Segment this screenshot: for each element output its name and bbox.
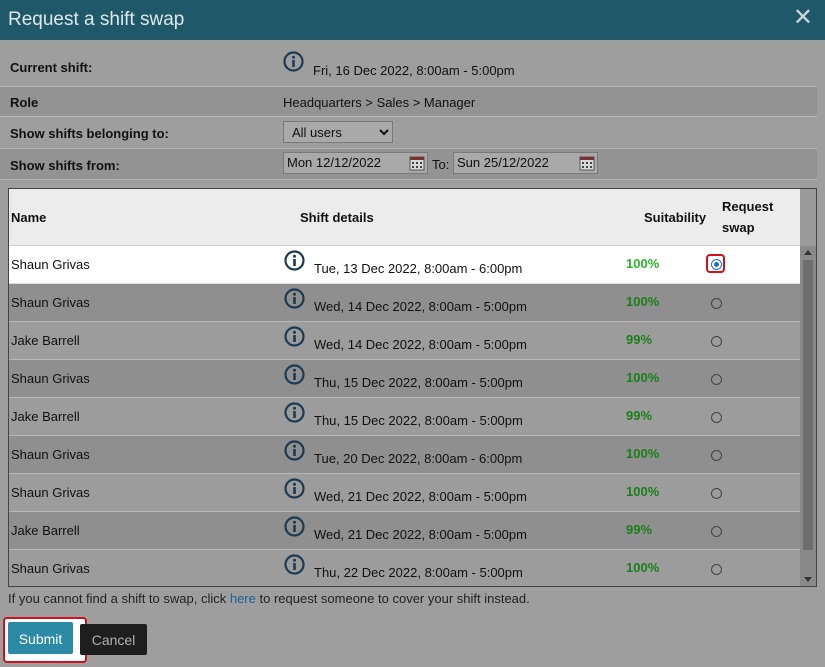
row-name: Shaun Grivas	[11, 561, 90, 576]
row-name: Jake Barrell	[11, 409, 80, 424]
info-icon[interactable]	[284, 326, 305, 347]
row-name: Shaun Grivas	[11, 257, 90, 272]
request-swap-radio[interactable]	[711, 336, 722, 347]
table-row[interactable]: Jake Barrell Wed, 14 Dec 2022, 8:00am - 5…	[9, 322, 800, 360]
info-icon[interactable]	[284, 364, 305, 385]
row-shift-details: Thu, 15 Dec 2022, 8:00am - 5:00pm	[314, 413, 523, 428]
dialog-title: Request a shift swap	[8, 9, 185, 30]
request-swap-radio[interactable]	[711, 298, 722, 309]
row-name: Shaun Grivas	[11, 295, 90, 310]
role-row: Role Headquarters > Sales > Manager	[0, 86, 817, 116]
row-shift-details: Wed, 14 Dec 2022, 8:00am - 5:00pm	[314, 299, 527, 314]
table-row[interactable]: Shaun Grivas Wed, 21 Dec 2022, 8:00am - 5…	[9, 474, 800, 512]
info-icon[interactable]	[284, 402, 305, 423]
table-row[interactable]: Jake Barrell Wed, 21 Dec 2022, 8:00am - 5…	[9, 512, 800, 550]
table-scrollbar[interactable]	[800, 246, 816, 586]
info-icon[interactable]	[284, 250, 305, 271]
row-suitability: 100%	[626, 370, 660, 385]
row-shift-details: Wed, 21 Dec 2022, 8:00am - 5:00pm	[314, 527, 527, 542]
row-suitability: 99%	[626, 522, 653, 537]
table-row[interactable]: Shaun Grivas Tue, 13 Dec 2022, 8:00am - 6…	[9, 246, 800, 284]
header-suitability: Suitability	[644, 210, 707, 225]
row-shift-details: Wed, 21 Dec 2022, 8:00am - 5:00pm	[314, 489, 527, 504]
info-icon[interactable]	[283, 51, 304, 72]
row-suitability: 100%	[626, 484, 660, 499]
belonging-row: Show shifts belonging to:	[0, 116, 817, 148]
belonging-select[interactable]: All users	[283, 121, 393, 143]
info-icon[interactable]	[284, 516, 305, 537]
scroll-up-arrow[interactable]	[804, 250, 812, 255]
scroll-down-arrow[interactable]	[804, 577, 812, 582]
row-shift-details: Thu, 22 Dec 2022, 8:00am - 5:00pm	[314, 565, 523, 580]
header-request-swap: Request swap	[722, 199, 774, 235]
table-row[interactable]: Shaun Grivas Thu, 15 Dec 2022, 8:00am - 5…	[9, 360, 800, 398]
submit-button[interactable]: Submit	[8, 622, 73, 654]
row-suitability: 100%	[626, 446, 660, 461]
row-name: Jake Barrell	[11, 333, 80, 348]
info-icon[interactable]	[284, 554, 305, 575]
info-icon[interactable]	[284, 478, 305, 499]
footnote-text-end: to request someone to cover your shift i…	[255, 591, 530, 606]
dialog-titlebar: Request a shift swap ✕	[0, 0, 825, 40]
row-suitability: 99%	[626, 408, 653, 423]
table-row[interactable]: Shaun Grivas Tue, 20 Dec 2022, 8:00am - 6…	[9, 436, 800, 474]
footnote: If you cannot find a shift to swap, clic…	[8, 591, 530, 606]
shifts-table: Name Shift details Suitability Request s…	[8, 188, 817, 587]
row-shift-details: Tue, 13 Dec 2022, 8:00am - 6:00pm	[314, 261, 523, 276]
request-swap-radio[interactable]	[711, 374, 722, 385]
row-suitability: 100%	[626, 294, 660, 309]
row-shift-details: Thu, 15 Dec 2022, 8:00am - 5:00pm	[314, 375, 523, 390]
row-shift-details: Tue, 20 Dec 2022, 8:00am - 6:00pm	[314, 451, 523, 466]
table-header: Name Shift details Suitability Request s…	[9, 189, 800, 246]
belonging-label: Show shifts belonging to:	[10, 126, 169, 141]
current-shift-value: Fri, 16 Dec 2022, 8:00am - 5:00pm	[313, 63, 515, 78]
row-name: Shaun Grivas	[11, 371, 90, 386]
footnote-text: If you cannot find a shift to swap, clic…	[8, 591, 230, 606]
table-row[interactable]: Shaun Grivas Thu, 22 Dec 2022, 8:00am - 5…	[9, 550, 800, 586]
from-date-input[interactable]: Mon 12/12/2022	[283, 152, 428, 174]
date-range-label: Show shifts from:	[10, 158, 120, 173]
row-suitability: 99%	[626, 332, 653, 347]
scroll-thumb[interactable]	[803, 260, 813, 550]
to-label: To:	[432, 157, 450, 172]
info-icon[interactable]	[284, 440, 305, 461]
table-row[interactable]: Jake Barrell Thu, 15 Dec 2022, 8:00am - 5…	[9, 398, 800, 436]
cancel-button[interactable]: Cancel	[80, 624, 147, 655]
request-swap-radio[interactable]	[711, 259, 722, 270]
calendar-icon[interactable]	[409, 155, 425, 171]
row-suitability: 100%	[626, 256, 660, 271]
cover-request-link[interactable]: here	[230, 591, 256, 606]
info-icon[interactable]	[284, 288, 305, 309]
request-swap-radio[interactable]	[711, 450, 722, 461]
current-shift-row: Current shift: Fri, 16 Dec 2022, 8:00am …	[0, 40, 817, 86]
close-icon[interactable]: ✕	[793, 6, 813, 30]
row-name: Shaun Grivas	[11, 447, 90, 462]
header-name: Name	[11, 210, 47, 225]
from-date-value: Mon 12/12/2022	[287, 155, 381, 170]
row-name: Jake Barrell	[11, 523, 80, 538]
current-shift-label: Current shift:	[10, 60, 93, 75]
request-swap-radio[interactable]	[711, 488, 722, 499]
row-suitability: 100%	[626, 560, 660, 575]
request-swap-radio[interactable]	[711, 564, 722, 575]
role-label: Role	[10, 95, 39, 110]
table-row[interactable]: Shaun Grivas Wed, 14 Dec 2022, 8:00am - 5…	[9, 284, 800, 322]
to-date-input[interactable]: Sun 25/12/2022	[453, 152, 598, 174]
to-date-value: Sun 25/12/2022	[457, 155, 549, 170]
role-value: Headquarters > Sales > Manager	[283, 95, 476, 110]
calendar-icon[interactable]	[579, 155, 595, 171]
request-swap-radio[interactable]	[711, 412, 722, 423]
row-name: Shaun Grivas	[11, 485, 90, 500]
row-shift-details: Wed, 14 Dec 2022, 8:00am - 5:00pm	[314, 337, 527, 352]
header-shift-details: Shift details	[300, 210, 374, 225]
selected-radio-highlight	[706, 254, 725, 273]
request-swap-radio[interactable]	[711, 526, 722, 537]
